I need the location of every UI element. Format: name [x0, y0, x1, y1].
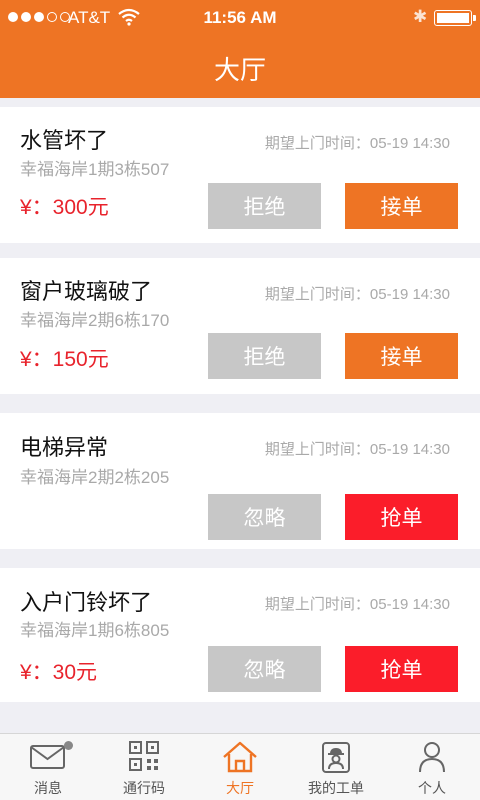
page-title: 大厅	[213, 55, 266, 85]
tab-messages[interactable]: 消息	[0, 734, 96, 800]
reject-button[interactable]: 拒绝	[208, 183, 321, 229]
order-address: 幸福海岸2期2栋205	[20, 468, 170, 487]
order-address: 幸福海岸2期6栋170	[20, 311, 170, 330]
status-time: 11:56 AM	[203, 8, 277, 27]
order-title: 电梯异常	[20, 435, 109, 460]
order-card: 窗户玻璃破了 期望上门时间：05-19 14:30 幸福海岸2期6栋170 ¥：…	[0, 258, 480, 394]
unread-badge	[64, 741, 73, 750]
reject-button[interactable]: 拒绝	[208, 333, 321, 379]
order-price: ¥：300元	[20, 196, 109, 219]
mail-icon	[30, 745, 65, 769]
grab-order-button[interactable]: 抢单	[345, 646, 458, 692]
bluetooth-icon: ✱	[413, 7, 428, 26]
order-title: 入户门铃坏了	[20, 590, 153, 615]
order-address: 幸福海岸1期6栋805	[20, 621, 170, 640]
battery-icon	[434, 10, 476, 26]
order-address: 幸福海岸1期3栋507	[20, 160, 170, 179]
tab-label: 消息	[34, 780, 62, 796]
order-price: ¥：30元	[20, 661, 98, 684]
order-card: 水管坏了 期望上门时间：05-19 14:30 幸福海岸1期3栋507 ¥：30…	[0, 107, 480, 243]
accept-button[interactable]: 接单	[345, 333, 458, 379]
order-expected-time: 期望上门时间：05-19 14:30	[264, 596, 450, 613]
order-title: 窗户玻璃破了	[20, 279, 153, 304]
tab-hall[interactable]: 大厅	[192, 734, 288, 800]
worker-icon	[322, 742, 350, 773]
status-bar: AT&T 11:56 AM ✱	[0, 0, 480, 36]
tab-label: 大厅	[226, 780, 254, 796]
tab-label: 个人	[418, 780, 446, 796]
tab-pass-code[interactable]: 通行码	[96, 734, 192, 800]
person-icon	[419, 742, 445, 773]
accept-button[interactable]: 接单	[345, 183, 458, 229]
ignore-button[interactable]: 忽略	[208, 646, 321, 692]
ignore-button[interactable]: 忽略	[208, 494, 321, 540]
home-icon	[223, 741, 257, 773]
tab-my-orders[interactable]: 我的工单	[288, 734, 384, 800]
order-title: 水管坏了	[20, 128, 109, 153]
tab-bar: 消息 通行码 大厅 我的工单 个人	[0, 733, 480, 800]
order-price: ¥：150元	[20, 348, 109, 371]
qrcode-icon	[129, 741, 159, 771]
order-card: 电梯异常 期望上门时间：05-19 14:30 幸福海岸2期2栋205 忽略 抢…	[0, 413, 480, 549]
order-expected-time: 期望上门时间：05-19 14:30	[264, 441, 450, 458]
order-card: 入户门铃坏了 期望上门时间：05-19 14:30 幸福海岸1期6栋805 ¥：…	[0, 568, 480, 702]
tab-profile[interactable]: 个人	[384, 734, 480, 800]
header: AT&T 11:56 AM ✱ 大厅	[0, 0, 480, 98]
tab-label: 通行码	[123, 780, 165, 796]
grab-order-button[interactable]: 抢单	[345, 494, 458, 540]
tab-label: 我的工单	[308, 780, 364, 796]
order-expected-time: 期望上门时间：05-19 14:30	[264, 286, 450, 303]
order-expected-time: 期望上门时间：05-19 14:30	[264, 135, 450, 152]
